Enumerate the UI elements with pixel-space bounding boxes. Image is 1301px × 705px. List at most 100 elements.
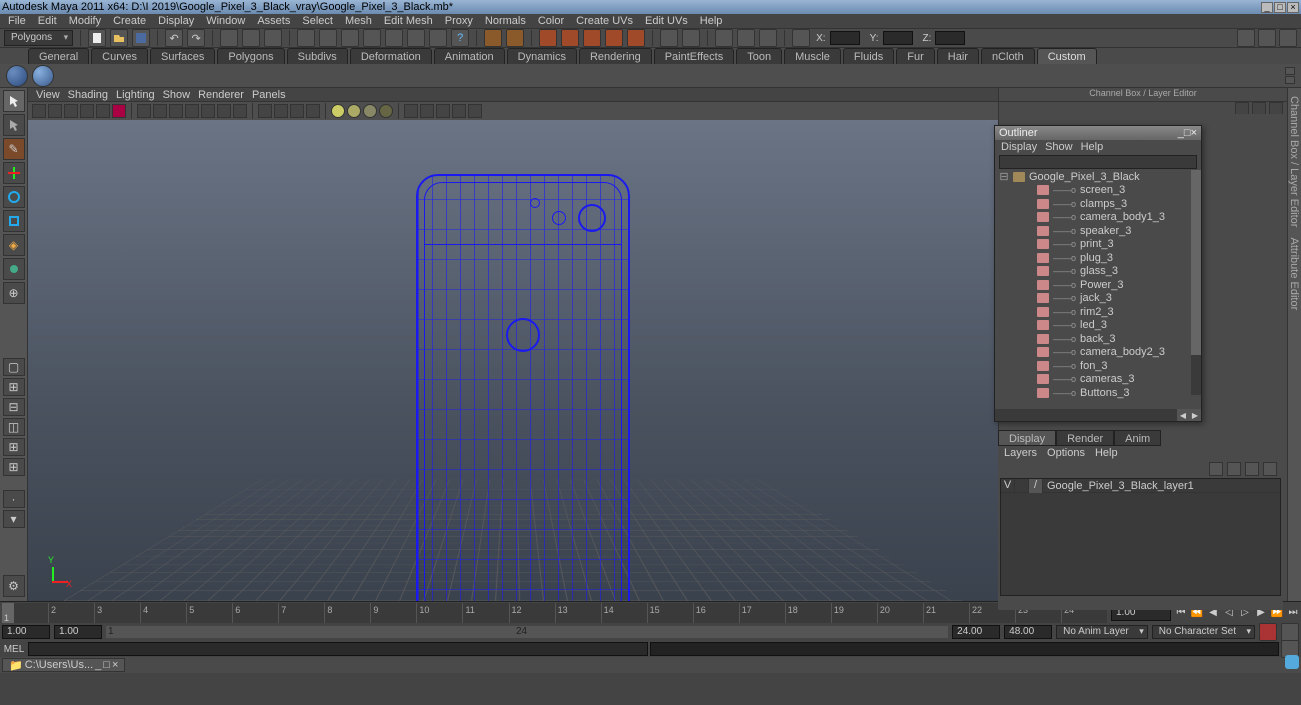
outliner-list[interactable]: ⊟Google_Pixel_3_Black——oscreen_3——oclamp… <box>995 170 1201 409</box>
outliner-window[interactable]: Outliner _ □ × DisplayShowHelp ⊟Google_P… <box>994 125 1202 422</box>
layout-custom-icon[interactable]: ⊞ <box>3 458 25 476</box>
menu-window[interactable]: Window <box>202 15 249 27</box>
helper-app-icon[interactable] <box>1285 655 1299 669</box>
outliner-item[interactable]: ——ocamera_body2_3 <box>995 346 1201 360</box>
sidebar-toggle1-icon[interactable] <box>1237 29 1255 47</box>
cmd-input[interactable] <box>28 642 648 656</box>
maximize-button[interactable]: □ <box>1274 2 1286 13</box>
outliner-item[interactable]: ——oButtons_3 <box>995 386 1201 400</box>
outliner-item[interactable]: ——ocamera_body1_3 <box>995 211 1201 225</box>
vp-icon-9[interactable] <box>169 104 183 118</box>
shelf-tab-ncloth[interactable]: nCloth <box>981 48 1035 64</box>
shelf-tab-general[interactable]: General <box>28 48 89 64</box>
outliner-titlebar[interactable]: Outliner _ □ × <box>995 126 1201 140</box>
render-settings3-icon[interactable] <box>583 29 601 47</box>
minimize-button[interactable]: _ <box>1261 2 1273 13</box>
shelf-tab-surfaces[interactable]: Surfaces <box>150 48 215 64</box>
menu-edit[interactable]: Edit <box>34 15 61 27</box>
new-scene-icon[interactable] <box>88 29 106 47</box>
wireframe-model[interactable] <box>416 174 630 601</box>
layout-two-v-icon[interactable]: ◫ <box>3 418 25 436</box>
menu-normals[interactable]: Normals <box>481 15 530 27</box>
layer-color-cell[interactable]: / <box>1029 479 1043 493</box>
prefs-icon[interactable] <box>1281 623 1299 641</box>
outliner-item[interactable]: ——oprint_3 <box>995 238 1201 252</box>
layer-icon-4[interactable] <box>1263 462 1277 476</box>
outliner-item[interactable]: ——ocameras_3 <box>995 373 1201 387</box>
right-tab-strip[interactable]: Channel Box / Layer Editor Attribute Edi… <box>1287 88 1301 601</box>
layout-save-icon[interactable]: · <box>3 490 25 508</box>
vp-icon-22[interactable] <box>468 104 482 118</box>
vp-light-3-icon[interactable] <box>363 104 377 118</box>
render-settings5-icon[interactable] <box>627 29 645 47</box>
outliner-item[interactable]: ——ofon_3 <box>995 359 1201 373</box>
vp-icon-17[interactable] <box>306 104 320 118</box>
history-icon[interactable] <box>429 29 447 47</box>
outliner-item[interactable]: ⊟Google_Pixel_3_Black <box>995 170 1201 184</box>
sidebar-toggle3-icon[interactable] <box>1279 29 1297 47</box>
coord-x-input[interactable] <box>830 31 860 45</box>
layout-two-h-icon[interactable]: ⊟ <box>3 398 25 416</box>
shelf-tab-custom[interactable]: Custom <box>1037 48 1097 64</box>
lasso-tool[interactable] <box>3 114 25 136</box>
module-dropdown[interactable]: Polygons <box>4 30 73 46</box>
viewport-3d[interactable]: Y X <box>28 120 998 601</box>
render-settings4-icon[interactable] <box>605 29 623 47</box>
vp-icon-12[interactable] <box>217 104 231 118</box>
layout-icon[interactable] <box>660 29 678 47</box>
go-end-button[interactable]: ⏭ <box>1286 606 1300 620</box>
last-tool[interactable]: ⊕ <box>3 282 25 304</box>
right-tab-attribute[interactable]: Attribute Editor <box>1288 237 1300 310</box>
shelf-tab-curves[interactable]: Curves <box>91 48 148 64</box>
vp-icon-4[interactable] <box>80 104 94 118</box>
vp-menu-view[interactable]: View <box>36 89 60 101</box>
vp-icon-20[interactable] <box>436 104 450 118</box>
move-tool[interactable] <box>3 162 25 184</box>
menu-create[interactable]: Create <box>109 15 150 27</box>
snap-live-icon[interactable] <box>385 29 403 47</box>
shelf-tab-rendering[interactable]: Rendering <box>579 48 652 64</box>
layer-type-cell[interactable] <box>1015 479 1029 493</box>
paint-tool[interactable]: ✎ <box>3 138 25 160</box>
menu-file[interactable]: File <box>4 15 30 27</box>
character-set-dropdown[interactable]: No Character Set <box>1152 625 1255 639</box>
outliner-scrollbar-h[interactable]: ◀ ▶ <box>995 409 1201 421</box>
taskbar-close-icon[interactable]: × <box>112 659 118 671</box>
vp-icon-3[interactable] <box>64 104 78 118</box>
range-start-outer-input[interactable]: 1.00 <box>2 625 50 639</box>
snap-point-icon[interactable] <box>341 29 359 47</box>
vp-menu-show[interactable]: Show <box>163 89 191 101</box>
vp-menu-panels[interactable]: Panels <box>252 89 286 101</box>
ipr-render-icon[interactable] <box>506 29 524 47</box>
select-by-component-icon[interactable] <box>264 29 282 47</box>
vp-light-2-icon[interactable] <box>347 104 361 118</box>
vp-icon-10[interactable] <box>185 104 199 118</box>
outliner-menu-display[interactable]: Display <box>1001 141 1037 153</box>
autokey-icon[interactable] <box>1259 623 1277 641</box>
coord-y-input[interactable] <box>883 31 913 45</box>
vp-menu-shading[interactable]: Shading <box>68 89 108 101</box>
shelf-tab-dynamics[interactable]: Dynamics <box>507 48 577 64</box>
outliner-item[interactable]: ——oclamps_3 <box>995 197 1201 211</box>
layer-visibility-toggle[interactable]: V <box>1001 479 1015 493</box>
shelf-tab-fur[interactable]: Fur <box>896 48 935 64</box>
misc2-icon[interactable] <box>737 29 755 47</box>
help-icon[interactable]: ? <box>451 29 469 47</box>
render-settings-icon[interactable] <box>539 29 557 47</box>
expand-icon[interactable]: ⊟ <box>999 170 1009 183</box>
outliner-item[interactable]: ——ojack_3 <box>995 292 1201 306</box>
layer-row[interactable]: V / Google_Pixel_3_Black_layer1 <box>1001 479 1280 493</box>
sidebar-toggle2-icon[interactable] <box>1258 29 1276 47</box>
outliner-scrollbar-v[interactable] <box>1191 170 1201 395</box>
vp-icon-8[interactable] <box>153 104 167 118</box>
menu-edit-mesh[interactable]: Edit Mesh <box>380 15 437 27</box>
range-slider[interactable]: 124 <box>106 626 948 638</box>
taskbar-min-icon[interactable]: _ <box>95 659 101 671</box>
open-scene-icon[interactable] <box>110 29 128 47</box>
layout-four-icon[interactable]: ⊞ <box>3 378 25 396</box>
outliner-item[interactable]: ——ospeaker_3 <box>995 224 1201 238</box>
rotate-tool[interactable] <box>3 186 25 208</box>
vp-icon-19[interactable] <box>420 104 434 118</box>
taskbar-max-icon[interactable]: □ <box>103 659 110 671</box>
menu-assets[interactable]: Assets <box>253 15 294 27</box>
